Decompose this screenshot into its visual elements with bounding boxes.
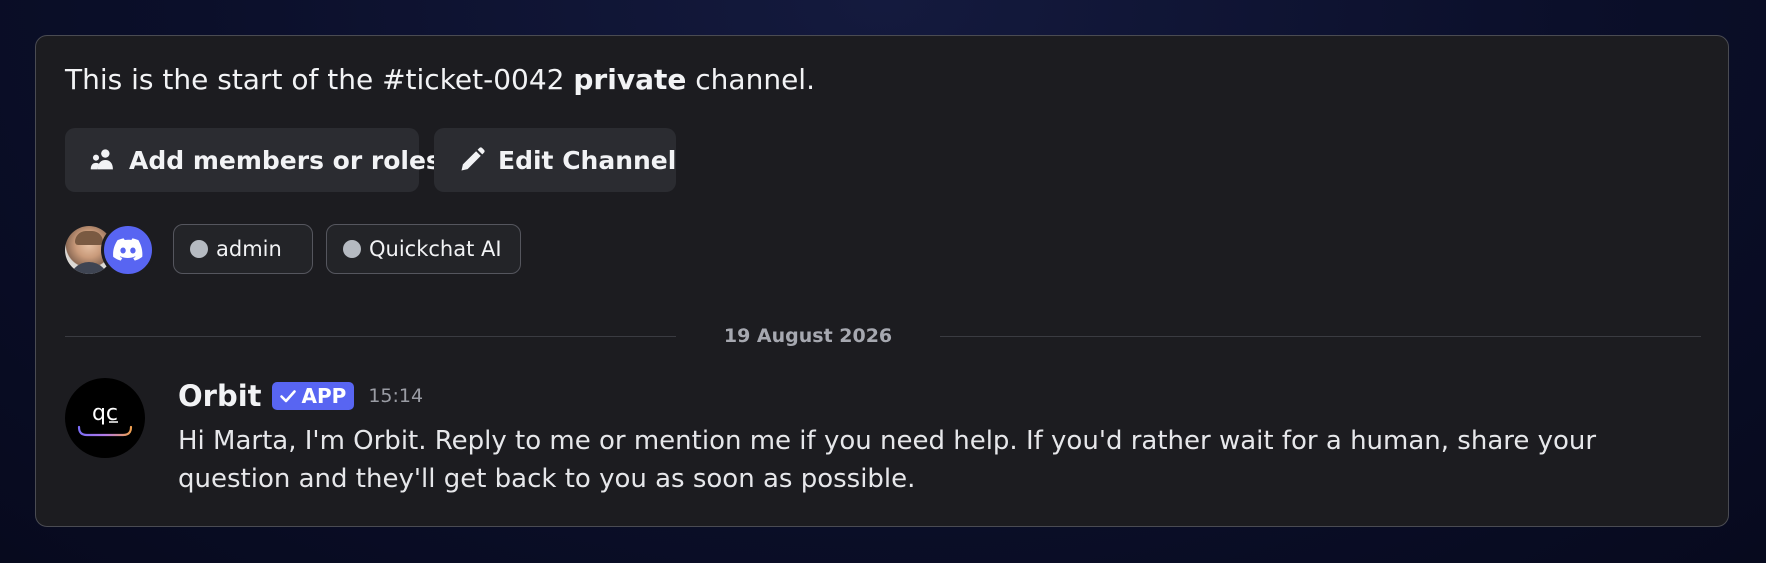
app-tag-badge: APP — [271, 382, 355, 410]
date-divider-line-left — [65, 336, 676, 337]
discord-logo-icon — [101, 223, 155, 277]
avatar-shirt — [69, 262, 109, 274]
bot-avatar[interactable]: qc — [65, 378, 145, 458]
discord-logo-glyph — [113, 238, 143, 261]
status-dot — [190, 240, 208, 258]
message-header: Orbit APP 15:14 — [178, 378, 423, 414]
add-members-label: Add members or roles — [129, 145, 441, 175]
channel-intro-text: This is the start of the #ticket-0042 pr… — [65, 62, 815, 98]
app-tag-label: APP — [301, 384, 347, 408]
intro-suffix: channel. — [686, 63, 815, 96]
member-name: admin — [216, 237, 282, 261]
member-name: Quickchat AI — [369, 237, 502, 261]
edit-channel-button[interactable]: Edit Channel — [434, 128, 676, 192]
message-body: Hi Marta, I'm Orbit. Reply to me or ment… — [178, 426, 1597, 494]
member-pill-quickchat[interactable]: Quickchat AI — [326, 224, 521, 274]
status-dot — [343, 240, 361, 258]
pencil-icon — [461, 147, 485, 171]
edit-channel-label: Edit Channel — [498, 145, 677, 175]
avatar-hair — [75, 231, 103, 245]
intro-emphasis: private — [573, 63, 687, 96]
intro-prefix: This is the start of the #ticket-0042 — [65, 63, 574, 96]
message-author[interactable]: Orbit — [178, 378, 262, 414]
date-divider-line-right — [940, 336, 1701, 337]
message-timestamp: 15:14 — [368, 385, 424, 407]
quickchat-logo-icon: qc — [77, 401, 133, 437]
member-avatars — [65, 223, 155, 277]
checkmark-icon — [279, 390, 296, 403]
date-divider-label: 19 August 2026 — [723, 325, 893, 347]
add-members-button[interactable]: Add members or roles — [65, 128, 441, 192]
member-pill-admin[interactable]: admin — [173, 224, 313, 274]
channel-welcome-panel: This is the start of the #ticket-0042 pr… — [35, 35, 1729, 527]
add-people-icon — [90, 149, 113, 170]
